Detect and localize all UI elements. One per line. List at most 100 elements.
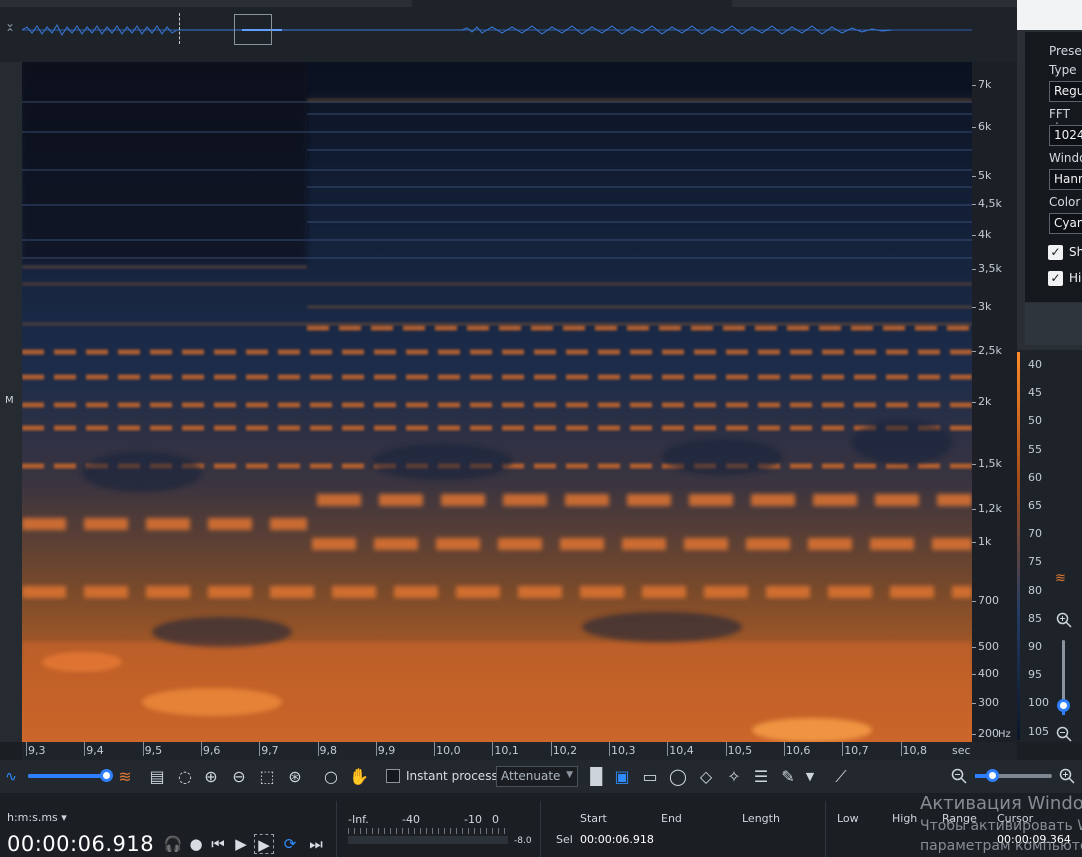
horizontal-zoom-thumb[interactable] — [986, 769, 999, 782]
high-header: High — [892, 812, 918, 825]
time-label: 9,8 — [319, 744, 338, 757]
magnify-tool-icon[interactable]: ○ — [320, 766, 342, 788]
type-select[interactable]: Regu — [1049, 81, 1082, 102]
overview-top-bar — [0, 0, 1017, 7]
window-select[interactable]: Hann — [1049, 169, 1082, 190]
horizontal-zoom-in-icon[interactable] — [1059, 768, 1075, 784]
vertical-zoom-thumb[interactable] — [1057, 699, 1070, 712]
horizontal-zoom-out-icon[interactable] — [951, 768, 967, 784]
frequency-label: 1,5k — [978, 457, 1002, 470]
time-tick — [842, 742, 844, 756]
frequency-label: 200 — [978, 727, 999, 740]
time-label: 10,0 — [436, 744, 461, 757]
time-selection-icon[interactable]: ▐▌ — [584, 766, 609, 788]
spectrogram-view[interactable] — [22, 62, 972, 742]
meter-label-0: 0 — [492, 813, 499, 826]
waveform-overlay-icon[interactable]: ≋ — [1055, 571, 1066, 586]
zoom-out-icon[interactable]: ⊖ — [228, 766, 250, 788]
time-label: 10,5 — [727, 744, 753, 757]
brush-icon[interactable]: ◇ — [695, 766, 717, 788]
preset-label: Preset — [1049, 44, 1082, 58]
time-format-select[interactable]: h:m:s.ms ▾ — [7, 811, 67, 824]
time-tick — [492, 742, 494, 756]
settings-panel-footer — [1025, 303, 1082, 345]
time-label: 9,9 — [377, 744, 396, 757]
frequency-tick — [972, 734, 976, 735]
sel-row-label: Sel — [556, 833, 573, 846]
frequency-tick — [972, 204, 976, 205]
time-tick — [84, 742, 86, 756]
record-icon[interactable]: ● — [186, 834, 206, 854]
high-checkbox-label: Hi — [1069, 271, 1082, 285]
headphones-icon[interactable]: 🎧 — [163, 834, 183, 854]
time-tick — [317, 742, 319, 756]
high-checkbox[interactable]: ✓ — [1048, 271, 1063, 286]
zoom-in-vertical-icon[interactable] — [1056, 612, 1072, 628]
zoom-out-vertical-icon[interactable] — [1056, 726, 1072, 742]
zoom-selection-icon[interactable]: ⬚ — [256, 766, 278, 788]
attenuate-value: Attenuate — [501, 769, 561, 783]
time-label: 10,4 — [669, 744, 694, 757]
frequency-label: 4k — [978, 228, 992, 241]
attenuate-select[interactable]: Attenuate ▼ — [496, 766, 578, 787]
sel-start-value[interactable]: 00:00:06.918 — [580, 833, 654, 846]
db-label: 95 — [1028, 668, 1042, 682]
loop-icon[interactable]: ⟳ — [280, 834, 300, 854]
end-header: End — [661, 812, 682, 825]
instant-process-checkbox[interactable] — [386, 769, 400, 783]
color-select[interactable]: Cyan — [1049, 213, 1082, 234]
low-header: Low — [837, 812, 859, 825]
frequency-tick — [972, 703, 976, 704]
skip-back-icon[interactable]: ⏮ — [208, 834, 228, 854]
spectrogram-mode-icon[interactable]: ≋ — [114, 766, 136, 788]
zoom-in-icon[interactable]: ⊕ — [200, 766, 222, 788]
time-tick — [375, 742, 377, 756]
overview-view-range[interactable] — [234, 14, 272, 45]
db-label: 105 — [1028, 724, 1049, 738]
db-label: 65 — [1028, 499, 1042, 512]
time-tick — [142, 742, 144, 756]
waveform-opacity-icon[interactable]: ∿ — [0, 766, 22, 788]
time-tick — [667, 742, 669, 756]
fft-size-select[interactable]: 1024 — [1049, 125, 1082, 146]
frequency-label: 1k — [978, 535, 992, 548]
frequency-tick — [972, 307, 976, 308]
time-unit: sec — [952, 744, 971, 757]
lasso-icon[interactable]: ◯ — [667, 766, 689, 788]
frequency-label: 7k — [978, 78, 992, 91]
find-similar-icon[interactable]: ✎ — [777, 766, 799, 788]
opacity-slider-thumb[interactable] — [100, 769, 113, 782]
collapse-overview-icon[interactable]: ⌄ ⌃ — [2, 17, 18, 42]
db-label: 70 — [1028, 527, 1042, 541]
time-tick — [783, 742, 785, 756]
db-scale[interactable] — [1017, 350, 1082, 742]
freq-selection-icon[interactable]: ▣ — [611, 766, 633, 788]
envelope-icon[interactable]: ⟋ — [830, 766, 852, 788]
color-label: Color — [1049, 195, 1081, 209]
comment-icon[interactable]: ◌ — [174, 766, 196, 788]
time-tick — [725, 742, 727, 756]
time-label: 10,2 — [552, 744, 578, 757]
rect-selection-icon[interactable]: ▭ — [639, 766, 661, 788]
overview-waveform[interactable] — [22, 10, 972, 50]
time-tick — [434, 742, 436, 756]
skip-forward-icon[interactable]: ⏭ — [306, 834, 326, 854]
frequency-label: 5k — [978, 169, 992, 182]
activation-watermark-line: Чтобы активировать W — [920, 818, 1082, 834]
tools-dropdown-icon[interactable]: ▼ — [799, 766, 821, 788]
play-icon[interactable]: ▶ — [231, 834, 251, 854]
harmonics-icon[interactable]: ☰ — [750, 766, 772, 788]
show-checkbox[interactable]: ✓ — [1048, 245, 1063, 260]
frequency-tick — [972, 601, 976, 602]
spectrogram-image — [22, 62, 972, 742]
notes-icon[interactable]: ▤ — [146, 766, 168, 788]
magic-wand-icon[interactable]: ✧ — [723, 766, 745, 788]
time-label: 10,3 — [611, 744, 636, 757]
type-label: Type — [1049, 63, 1077, 77]
frequency-tick — [972, 269, 976, 270]
zoom-fit-icon[interactable]: ⊛ — [284, 766, 306, 788]
frequency-label: 400 — [978, 667, 999, 680]
hand-tool-icon[interactable]: ✋ — [348, 766, 370, 788]
channel-label: M — [5, 395, 14, 406]
play-selection-icon[interactable]: ▶ — [254, 834, 274, 854]
